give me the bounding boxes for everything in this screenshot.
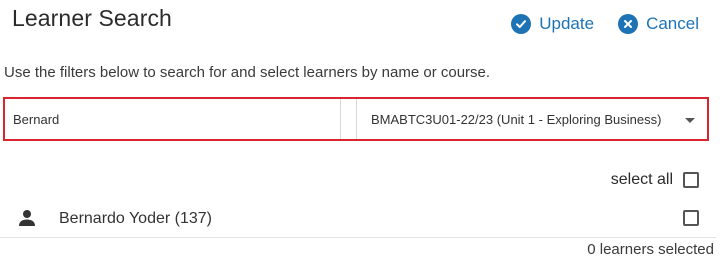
cancel-label: Cancel [646,14,699,33]
learner-search-dialog: Learner Search Update Cancel Use the fil… [0,0,723,264]
header-actions: Update Cancel [511,14,699,34]
person-icon [18,209,36,232]
learner-row[interactable]: Bernardo Yoder (137) [0,200,716,238]
select-all-control: select all [611,171,699,189]
filter-divider [341,99,357,139]
learner-checkbox[interactable] [683,210,699,226]
course-select-value: BMABTC3U01-22/23 (Unit 1 - Exploring Bus… [371,111,662,127]
selected-count: 0 learners selected [587,241,714,258]
cancel-button[interactable]: Cancel [618,14,699,34]
course-select[interactable]: BMABTC3U01-22/23 (Unit 1 - Exploring Bus… [357,99,707,139]
check-circle-icon [511,14,532,34]
page-title: Learner Search [12,5,172,31]
learner-name-input[interactable] [5,99,341,139]
update-label: Update [539,14,595,33]
select-all-label: select all [610,171,673,188]
close-circle-icon [618,14,639,34]
instructions-text: Use the filters below to search for and … [4,64,491,81]
chevron-down-icon [685,118,695,123]
update-button[interactable]: Update [511,14,594,34]
select-all-checkbox[interactable] [683,172,699,188]
filter-bar: BMABTC3U01-22/23 (Unit 1 - Exploring Bus… [3,97,709,141]
learner-name: Bernardo Yoder (137) [59,210,212,227]
